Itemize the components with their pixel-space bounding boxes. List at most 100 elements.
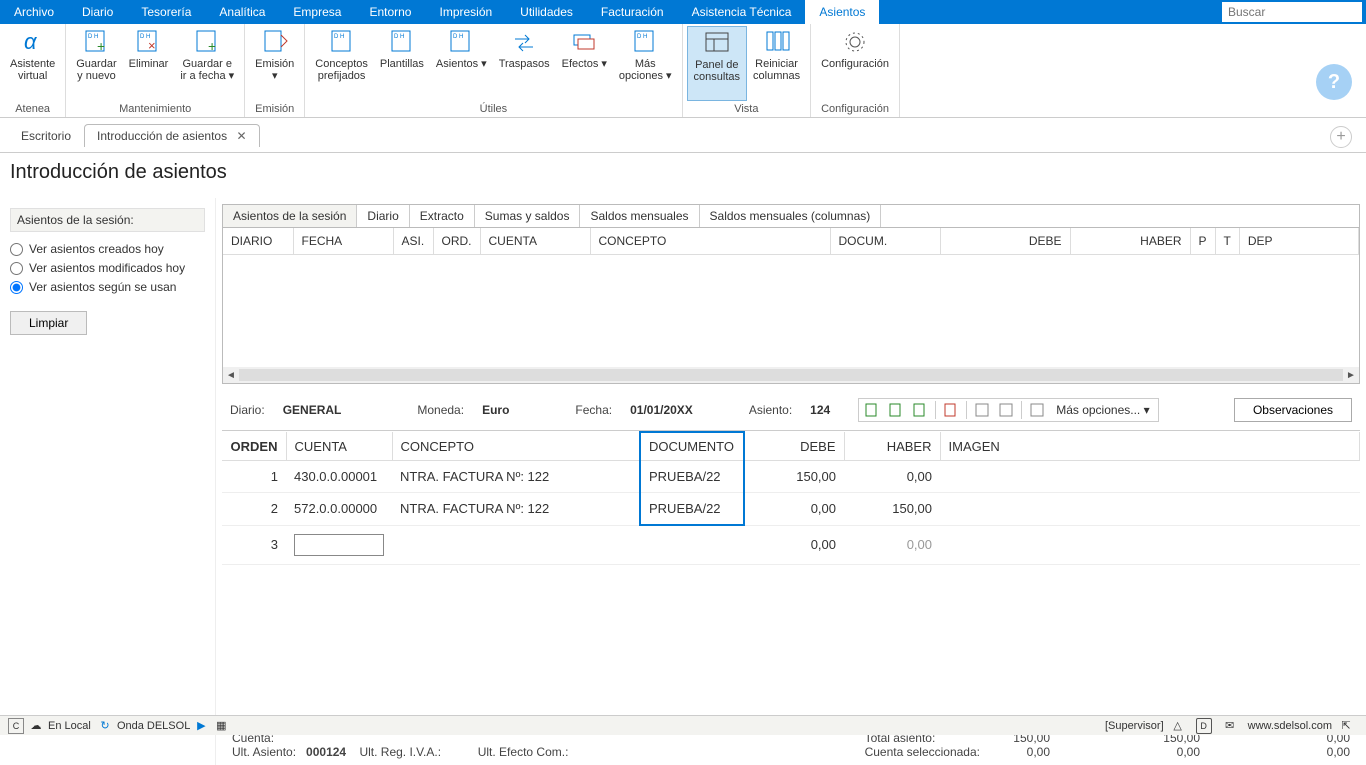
- toolbar-more[interactable]: Más opciones... ▾: [1052, 403, 1153, 417]
- tab-escritorio[interactable]: Escritorio: [8, 124, 84, 147]
- table-row[interactable]: 1 430.0.0.00001 NTRA. FACTURA Nº: 122 PR…: [222, 461, 1360, 493]
- col-fecha[interactable]: FECHA: [293, 228, 393, 255]
- table-row[interactable]: 2 572.0.0.00000 NTRA. FACTURA Nº: 122 PR…: [222, 493, 1360, 526]
- status-url[interactable]: www.sdelsol.com: [1248, 720, 1332, 732]
- asiento-value: 124: [810, 403, 830, 417]
- radio-hoy-modificados[interactable]: Ver asientos modificados hoy: [10, 261, 205, 275]
- mail-icon[interactable]: ✉: [1222, 718, 1238, 734]
- status-onda: Onda DELSOL: [117, 720, 190, 732]
- asientos-button[interactable]: D HAsientos ▾: [430, 26, 493, 101]
- tool-icon-2[interactable]: [887, 401, 905, 419]
- tab-introduccion[interactable]: Introducción de asientos ✕: [84, 124, 260, 147]
- inner-tab-sesion[interactable]: Asientos de la sesión: [223, 205, 357, 227]
- calendar-icon[interactable]: ▦: [213, 718, 229, 734]
- limpiar-button[interactable]: Limpiar: [10, 311, 87, 335]
- refresh-icon[interactable]: ↻: [97, 718, 113, 734]
- inner-tab-saldos[interactable]: Saldos mensuales: [580, 205, 699, 227]
- panel-consultas-button[interactable]: Panel de consultas: [687, 26, 747, 101]
- col-docum[interactable]: DOCUM.: [830, 228, 940, 255]
- lcol-imagen[interactable]: IMAGEN: [940, 432, 1360, 461]
- col-asi[interactable]: ASI.: [393, 228, 433, 255]
- config-button[interactable]: Configuración: [815, 26, 895, 101]
- col-concepto[interactable]: CONCEPTO: [590, 228, 830, 255]
- menu-entorno[interactable]: Entorno: [355, 0, 425, 24]
- status-supervisor: [Supervisor]: [1105, 720, 1164, 732]
- cell-cuenta: 572.0.0.00000: [286, 493, 392, 526]
- cell-orden: 1: [222, 461, 286, 493]
- doc-arrow-icon: [261, 28, 289, 56]
- traspasos-button[interactable]: Traspasos: [493, 26, 556, 101]
- menu-facturacion[interactable]: Facturación: [587, 0, 678, 24]
- play-icon[interactable]: ▶: [193, 718, 209, 734]
- emision-button[interactable]: Emisión ▾: [249, 26, 300, 101]
- lcol-cuenta[interactable]: CUENTA: [286, 432, 392, 461]
- menu-empresa[interactable]: Empresa: [279, 0, 355, 24]
- d-icon[interactable]: D: [1196, 718, 1212, 734]
- page-title: Introducción de asientos: [0, 153, 1366, 198]
- col-dep[interactable]: DEP: [1239, 228, 1358, 255]
- tool-icon-5[interactable]: [997, 401, 1015, 419]
- h-scrollbar[interactable]: ◄ ►: [223, 367, 1359, 383]
- menu-impresion[interactable]: Impresión: [425, 0, 506, 24]
- tool-icon-del[interactable]: [942, 401, 960, 419]
- menu-tesoreria[interactable]: Tesorería: [127, 0, 205, 24]
- inner-tab-sumas[interactable]: Sumas y saldos: [475, 205, 581, 227]
- guardar-fecha-button[interactable]: + Guardar e ir a fecha ▾: [174, 26, 240, 101]
- radio-hoy-creados[interactable]: Ver asientos creados hoy: [10, 242, 205, 256]
- diario-value: GENERAL: [283, 403, 342, 417]
- menu-archivo[interactable]: Archivo: [0, 0, 68, 24]
- col-diario[interactable]: DIARIO: [223, 228, 293, 255]
- doc-dh-icon: D H: [631, 28, 659, 56]
- col-haber[interactable]: HABER: [1070, 228, 1190, 255]
- tool-icon-6[interactable]: [1028, 401, 1046, 419]
- tool-icon-1[interactable]: [863, 401, 881, 419]
- scroll-left-icon[interactable]: ◄: [223, 370, 239, 381]
- lcol-orden[interactable]: ORDEN: [222, 432, 286, 461]
- external-icon[interactable]: ⇱: [1338, 718, 1354, 734]
- cloud-icon[interactable]: ☁: [28, 718, 44, 734]
- guardar-nuevo-button[interactable]: D H+ Guardar y nuevo: [70, 26, 122, 101]
- close-icon[interactable]: ✕: [236, 129, 246, 143]
- c-icon[interactable]: C: [8, 718, 24, 734]
- col-t[interactable]: T: [1215, 228, 1239, 255]
- lcol-concepto[interactable]: CONCEPTO: [392, 432, 640, 461]
- col-cuenta[interactable]: CUENTA: [480, 228, 590, 255]
- fecha-label: Fecha:: [575, 403, 612, 417]
- efectos-button[interactable]: Efectos ▾: [556, 26, 613, 101]
- observaciones-button[interactable]: Observaciones: [1234, 398, 1352, 422]
- col-ord[interactable]: ORD.: [433, 228, 480, 255]
- asistente-virtual-button[interactable]: α Asistente virtual: [4, 26, 61, 101]
- tool-icon-4[interactable]: [973, 401, 991, 419]
- cell-debe: 0,00: [744, 493, 844, 526]
- table-row[interactable]: 3 0,00 0,00: [222, 525, 1360, 564]
- eliminar-button[interactable]: D H× Eliminar: [123, 26, 175, 101]
- lcol-debe[interactable]: DEBE: [744, 432, 844, 461]
- reiniciar-columnas-button[interactable]: Reiniciar columnas: [747, 26, 806, 101]
- plantillas-button[interactable]: D HPlantillas: [374, 26, 430, 101]
- help-icon[interactable]: ?: [1316, 64, 1352, 100]
- tool-icon-3[interactable]: [911, 401, 929, 419]
- col-debe[interactable]: DEBE: [940, 228, 1070, 255]
- conceptos-button[interactable]: D HConceptos prefijados: [309, 26, 374, 101]
- menu-asistencia[interactable]: Asistencia Técnica: [678, 0, 806, 24]
- col-p[interactable]: P: [1190, 228, 1215, 255]
- warning-icon[interactable]: △: [1170, 718, 1186, 734]
- sel-diff: 0,00: [1280, 745, 1350, 759]
- menu-asientos[interactable]: Asientos: [805, 0, 879, 24]
- menu-utilidades[interactable]: Utilidades: [506, 0, 587, 24]
- inner-tab-extracto[interactable]: Extracto: [410, 205, 475, 227]
- add-tab-button[interactable]: +: [1330, 126, 1352, 148]
- scroll-right-icon[interactable]: ►: [1343, 370, 1359, 381]
- lcol-documento[interactable]: DOCUMENTO: [640, 432, 744, 461]
- menu-diario[interactable]: Diario: [68, 0, 127, 24]
- cell-cuenta-input[interactable]: [286, 525, 392, 564]
- right-panel: Asientos de la sesión Diario Extracto Su…: [216, 198, 1366, 765]
- inner-tab-saldos-col[interactable]: Saldos mensuales (columnas): [700, 205, 882, 227]
- cell-orden: 3: [222, 525, 286, 564]
- inner-tab-diario[interactable]: Diario: [357, 205, 409, 227]
- search-input[interactable]: [1222, 2, 1362, 22]
- mas-opciones-button[interactable]: D HMás opciones ▾: [613, 26, 678, 101]
- radio-segun-usan[interactable]: Ver asientos según se usan: [10, 280, 205, 294]
- lcol-haber[interactable]: HABER: [844, 432, 940, 461]
- menu-analitica[interactable]: Analítica: [205, 0, 279, 24]
